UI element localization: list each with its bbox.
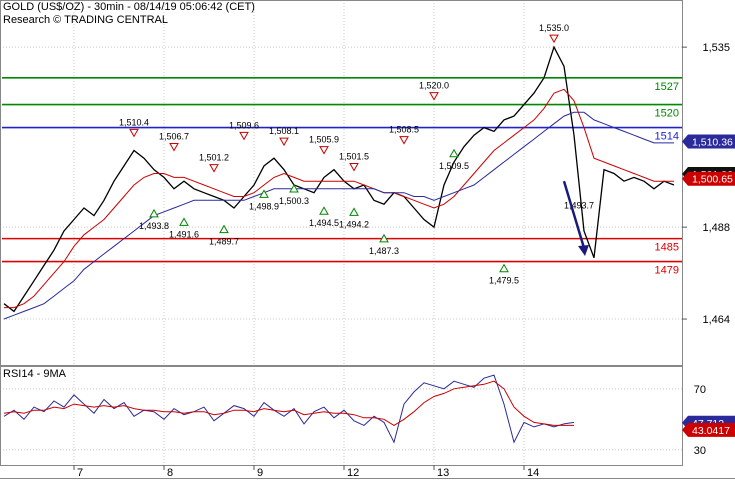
value-tag-label: 1,510.36 <box>692 137 733 149</box>
marker-label: 1,479.5 <box>489 276 519 286</box>
marker-label: 1,489.7 <box>209 237 239 247</box>
support-marker <box>449 148 459 158</box>
x-tick-label: 12 <box>347 467 359 479</box>
marker-label: 1,491.6 <box>169 229 199 239</box>
marker-label: 1,520.0 <box>419 81 449 91</box>
marker-label: 1,510.4 <box>119 117 149 127</box>
marker-label: 1,493.8 <box>139 221 169 231</box>
value-tag-label: 43.0417 <box>692 425 730 437</box>
rsi-frame <box>0 366 683 466</box>
marker-label: 1,509.6 <box>229 120 259 130</box>
chart-canvas: 152715201514148514791,510.41,506.71,501.… <box>0 0 735 479</box>
marker-label: 1,493.7 <box>564 200 594 210</box>
series-price <box>3 45 675 313</box>
support-marker <box>499 263 509 273</box>
level-label: 1485 <box>655 242 679 254</box>
resistance-marker <box>209 164 219 173</box>
value-tag-label: 1,500.65 <box>692 174 733 186</box>
marker-label: 1,505.9 <box>309 135 339 145</box>
rsi-series-ma <box>3 380 574 426</box>
level-label: 1514 <box>655 131 679 143</box>
resistance-marker <box>129 128 139 138</box>
rsi-tick-label: 30 <box>694 445 706 457</box>
y-tick-label: 1,535 <box>702 42 730 54</box>
level-label: 1527 <box>655 81 679 93</box>
resistance-marker <box>279 137 289 147</box>
resistance-marker <box>429 92 439 101</box>
chart-source: Research © TRADING CENTRAL <box>3 14 168 26</box>
x-tick-label: 7 <box>77 467 83 479</box>
rsi-tick-label: 70 <box>694 384 706 396</box>
rsi-panel <box>3 374 575 444</box>
y-tick-label: 1,488 <box>702 222 730 234</box>
price-panel: 1527 1520 1514 1485 1479 1,510.4 1,506.7 1,501.… <box>2 23 682 320</box>
x-tick-label: 13 <box>437 467 449 479</box>
x-tick-label: 8 <box>167 467 173 479</box>
marker-label: 1,494.2 <box>339 219 369 229</box>
resistance-marker <box>239 131 249 141</box>
x-tick-label: 14 <box>527 467 539 479</box>
marker-label: 1,487.3 <box>369 246 399 256</box>
resistance-marker <box>549 34 559 44</box>
rsi-series-rsi <box>3 374 575 444</box>
support-marker <box>319 206 329 215</box>
marker-label: 1,500.3 <box>279 196 309 206</box>
marker-label: 1,494.5 <box>309 218 339 228</box>
marker-label: 1,535.0 <box>539 23 569 33</box>
support-marker <box>219 224 229 234</box>
resistance-marker <box>319 146 329 155</box>
chart-title: GOLD (US$/OZ) - 30min - 08/14/19 05:06:4… <box>3 1 255 13</box>
resistance-marker <box>349 162 359 172</box>
support-marker <box>149 208 159 218</box>
level-label: 1479 <box>655 265 679 277</box>
marker-label: 1,508.1 <box>269 126 299 136</box>
y-tick-label: 1,464 <box>702 314 730 326</box>
support-marker <box>349 207 359 216</box>
resistance-marker <box>399 136 409 145</box>
x-tick-label: 9 <box>257 467 263 479</box>
support-marker <box>179 217 189 226</box>
marker-label: 1,506.7 <box>159 132 189 142</box>
axes: 7 8 9 12 13 14 1,535 1,488 1,464 70 30 1,510.36 1,50… <box>0 0 735 479</box>
marker-label: 1,501.5 <box>339 151 369 161</box>
resistance-marker <box>169 143 179 152</box>
marker-label: 1,498.9 <box>249 201 279 211</box>
forecast-arrow-head <box>578 244 589 256</box>
marker-label: 1,508.5 <box>389 125 419 135</box>
rsi-title: RSI14 - 9MA <box>3 368 66 380</box>
price-frame <box>0 0 683 366</box>
level-label: 1520 <box>655 108 679 120</box>
marker-label: 1,509.5 <box>439 161 469 171</box>
marker-label: 1,501.2 <box>199 153 229 163</box>
